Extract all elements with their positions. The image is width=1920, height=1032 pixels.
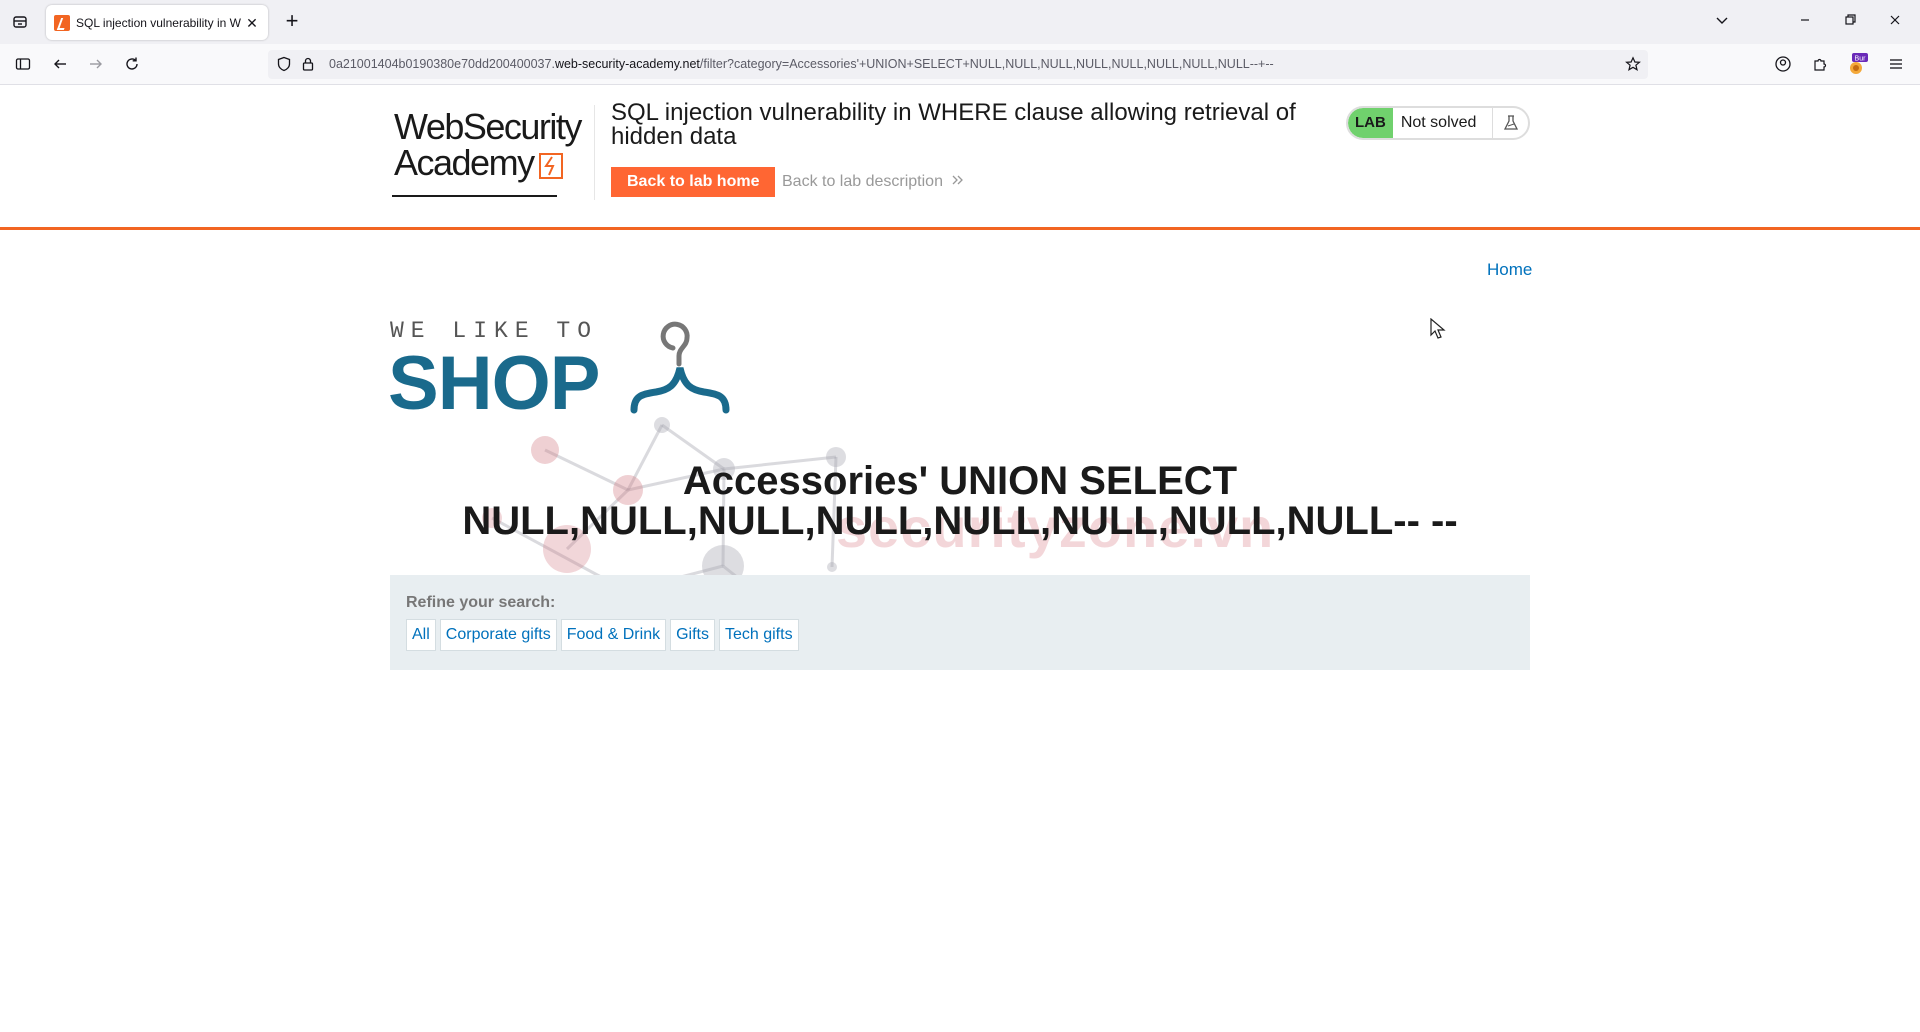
burp-extension-icon[interactable]: Bur <box>1846 52 1870 76</box>
back-arrow-icon[interactable] <box>48 52 72 76</box>
lab-status-text: Not solved <box>1400 114 1477 131</box>
web-security-academy-logo[interactable]: WebSecurity Academy <box>392 105 592 197</box>
tab-close-icon[interactable]: ✕ <box>244 15 260 31</box>
lock-icon[interactable] <box>296 52 320 76</box>
back-to-lab-home-button[interactable]: Back to lab home <box>611 167 776 197</box>
lab-title: SQL injection vulnerability in WHERE cla… <box>611 99 1296 150</box>
url-path: /filter?category=Accessories'+UNION+SELE… <box>699 57 1274 71</box>
browser-tab-bar: SQL injection vulnerability in W ✕ + <box>0 0 1920 44</box>
home-link[interactable]: Home <box>1487 260 1532 280</box>
back-to-lab-description-link[interactable]: Back to lab description <box>782 173 965 191</box>
account-icon[interactable] <box>1771 52 1795 76</box>
header-divider <box>594 105 595 200</box>
new-tab-button[interactable]: + <box>280 10 304 34</box>
address-bar[interactable]: 0a21001404b0190380e70dd200400037.web-sec… <box>268 50 1648 79</box>
shop-word: SHOP <box>388 341 600 426</box>
filter-link-all[interactable]: All <box>406 619 436 651</box>
filter-link-tech-gifts[interactable]: Tech gifts <box>718 619 799 651</box>
url-domain: web-security-academy.net <box>554 57 700 71</box>
category-heading: Accessories' UNION SELECT NULL,NULL,NULL… <box>390 461 1530 541</box>
category-heading-line2: NULL,NULL,NULL,NULL,NULL,NULL,NULL,NULL-… <box>462 499 1458 543</box>
lab-badge: LAB <box>1348 108 1393 138</box>
filter-links: All Corporate gifts Food & Drink Gifts T… <box>406 619 799 651</box>
lab-status-widget: LAB Not solved <box>1346 106 1530 140</box>
url-text[interactable]: 0a21001404b0190380e70dd200400037.web-sec… <box>329 57 1274 71</box>
category-heading-line1: Accessories' UNION SELECT <box>682 459 1238 503</box>
filter-link-food-drink[interactable]: Food & Drink <box>560 619 667 651</box>
portswigger-favicon-icon <box>54 14 70 31</box>
logo-bolt-icon <box>539 153 563 179</box>
back-to-lab-description-label: Back to lab description <box>782 173 943 190</box>
burp-extension-label: Bur <box>1855 56 1867 63</box>
url-subdomain: 0a21001404b0190380e70dd200400037. <box>329 57 555 71</box>
logo-text-line2: Academy <box>394 142 535 183</box>
clothes-hanger-icon <box>630 321 730 414</box>
logo-underline <box>392 195 557 197</box>
forward-arrow-icon[interactable] <box>84 52 108 76</box>
filter-panel: Refine your search: All Corporate gifts … <box>390 575 1530 670</box>
tab-title: SQL injection vulnerability in W <box>76 15 241 30</box>
bookmark-star-icon[interactable] <box>1621 52 1645 76</box>
tab-list-chevron-down-icon[interactable] <box>1710 10 1734 34</box>
mouse-cursor-icon <box>1430 318 1446 339</box>
close-window-icon[interactable] <box>1883 10 1907 34</box>
flask-icon <box>1492 108 1528 138</box>
filter-link-gifts[interactable]: Gifts <box>670 619 715 651</box>
minimize-window-icon[interactable] <box>1793 10 1817 34</box>
active-tab[interactable]: SQL injection vulnerability in W ✕ <box>46 5 268 40</box>
sidebar-toggle-icon[interactable] <box>11 52 35 76</box>
menu-hamburger-icon[interactable] <box>1884 52 1908 76</box>
refine-search-label: Refine your search: <box>406 594 556 611</box>
extensions-puzzle-icon[interactable] <box>1808 52 1832 76</box>
lab-header: WebSecurity Academy SQL injection vulner… <box>0 85 1920 230</box>
double-chevron-right-icon <box>952 175 964 185</box>
tracking-protection-shield-icon[interactable] <box>272 52 296 76</box>
tab-overview-icon[interactable] <box>10 12 30 32</box>
reload-icon[interactable] <box>120 52 144 76</box>
shop-logo[interactable]: WE LIKE TO SHOP <box>388 318 750 426</box>
browser-nav-bar: 0a21001404b0190380e70dd200400037.web-sec… <box>0 44 1920 85</box>
restore-window-icon[interactable] <box>1838 10 1862 34</box>
filter-link-corporate-gifts[interactable]: Corporate gifts <box>439 619 557 651</box>
